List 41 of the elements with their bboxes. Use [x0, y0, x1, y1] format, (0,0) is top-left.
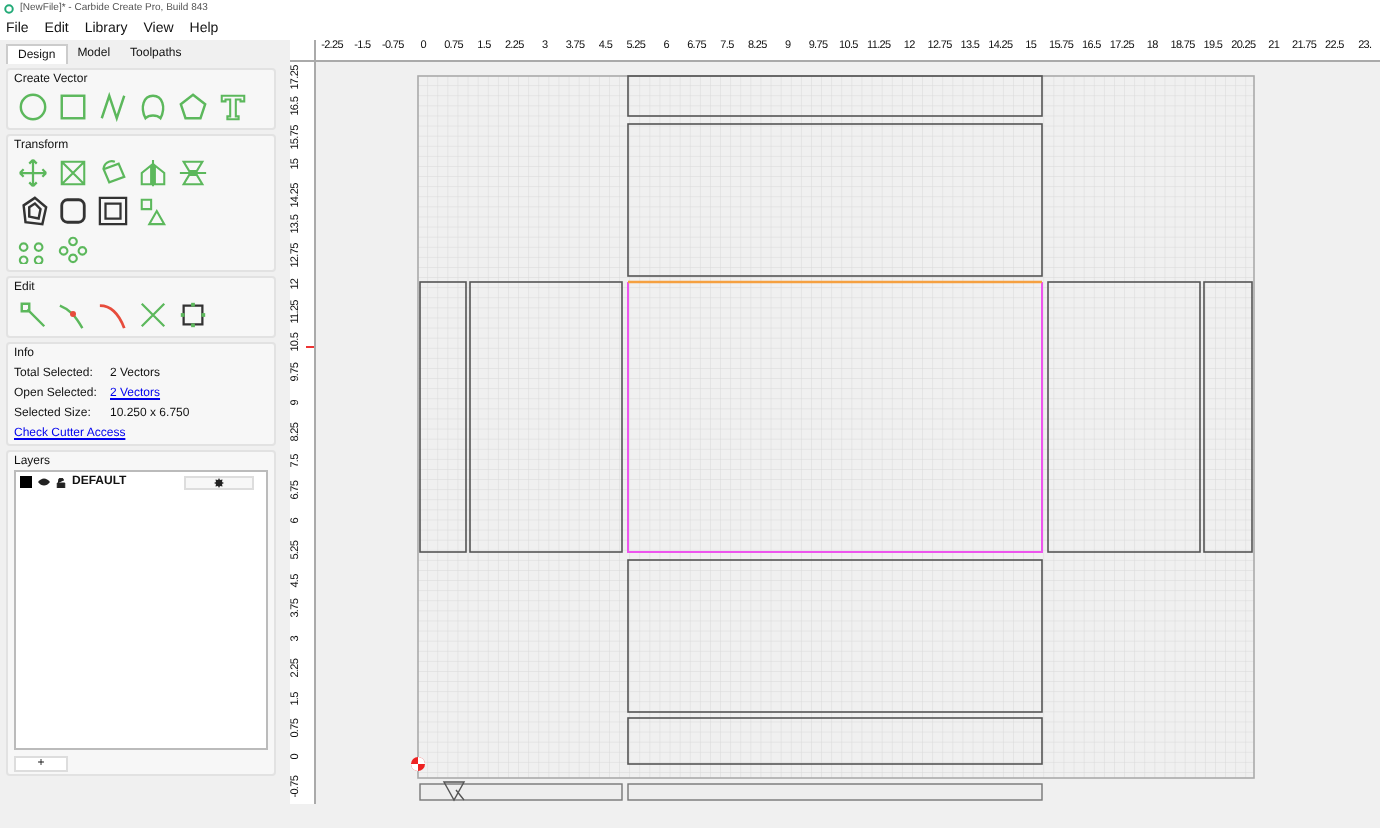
circle-tool[interactable]	[14, 89, 50, 125]
rounded-square-tool[interactable]	[54, 193, 90, 229]
curve-segment-icon	[97, 300, 127, 330]
vector-rectangle[interactable]	[1048, 281, 1202, 553]
vector-rectangle[interactable]	[1204, 281, 1254, 553]
eye-icon[interactable]	[38, 478, 50, 486]
cutter-icon	[444, 781, 467, 801]
square-icon	[57, 92, 87, 122]
vector-rectangle[interactable]	[628, 75, 1044, 117]
pentagon-icon	[177, 92, 207, 122]
curve-shape-icon	[137, 92, 167, 122]
circular-array-icon	[57, 234, 87, 264]
node-edit-icon	[17, 300, 47, 330]
flip-icon	[177, 158, 207, 188]
flip-tool[interactable]	[174, 155, 210, 191]
rounded-square-icon	[57, 196, 87, 226]
text-tool-icon	[217, 92, 247, 122]
rotate-icon	[97, 158, 127, 188]
pentagon-tool[interactable]	[174, 89, 210, 125]
lock-icon[interactable]	[56, 477, 66, 487]
origin-icon	[411, 757, 426, 771]
cursor-marker	[306, 346, 315, 348]
scale-icon	[57, 158, 87, 188]
settings-icon	[213, 477, 224, 487]
node-square-icon	[177, 300, 207, 330]
app-icon	[4, 4, 14, 14]
move-icon	[17, 158, 47, 188]
polyline-icon	[97, 92, 127, 122]
vector-rectangle[interactable]	[628, 559, 1044, 713]
layer-settings-button[interactable]	[183, 475, 254, 489]
mirror-icon	[137, 158, 167, 188]
vector-rectangle[interactable]	[420, 281, 468, 553]
align-icon	[137, 196, 167, 226]
vector-rectangle[interactable]	[470, 281, 624, 553]
offset-icon	[17, 196, 47, 226]
cross-lines-icon	[137, 300, 167, 330]
split-curve-icon	[57, 300, 87, 330]
inset-square-tool[interactable]	[94, 193, 130, 229]
vector-rectangle[interactable]	[628, 123, 1044, 277]
vector-rectangle[interactable]	[628, 717, 1044, 765]
circle-icon	[17, 92, 47, 122]
